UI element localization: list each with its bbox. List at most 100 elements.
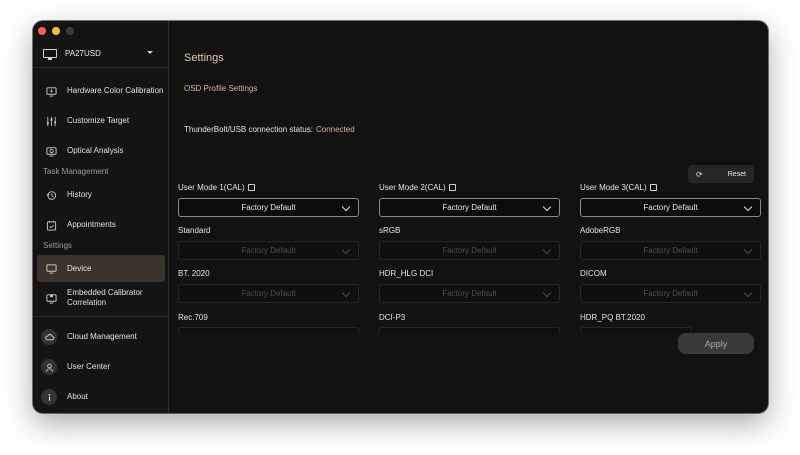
- sidebar-item-label: Appointments: [67, 220, 116, 229]
- sidebar-item-customize-target[interactable]: Customize Target: [37, 108, 165, 134]
- sidebar-item-label-line-2: Correlation: [67, 298, 107, 307]
- mode-select-value: Factory Default: [442, 246, 497, 255]
- sidebar-divider: [33, 67, 169, 68]
- mode-label: AdobeRGB: [580, 226, 621, 235]
- mode-select-value: Factory Default: [643, 246, 698, 255]
- calibration-icon: [45, 85, 57, 97]
- chevron-down-icon: [341, 288, 351, 298]
- sidebar-item-hardware-color-calibration[interactable]: Hardware Color Calibration: [37, 78, 165, 104]
- sidebar-item-label: User Center: [67, 362, 111, 371]
- sidebar-item-label: Cloud Management: [67, 332, 137, 341]
- mode-label-text: User Mode 3(CAL): [580, 183, 647, 192]
- sidebar-item-history[interactable]: History: [37, 182, 165, 208]
- mode-select[interactable]: Factory Default: [379, 198, 560, 217]
- sliders-icon: [45, 115, 57, 127]
- mode-select: Factory Default: [580, 284, 761, 303]
- main-panel: Settings OSD Profile Settings ThunderBol…: [170, 21, 768, 413]
- window-controls: [38, 27, 74, 35]
- chevron-down-icon: [542, 202, 552, 212]
- connection-status-label: ThunderBolt/USB connection status:: [184, 125, 313, 134]
- sidebar-item-device[interactable]: Device: [37, 255, 165, 282]
- mode-select: Factory Default: [379, 241, 560, 260]
- minimize-window-button[interactable]: [52, 27, 60, 35]
- chevron-down-icon: [147, 51, 153, 54]
- sidebar-item-cloud-management[interactable]: Cloud Management: [37, 324, 165, 350]
- sidebar-item-about[interactable]: About: [37, 384, 165, 410]
- edit-icon[interactable]: [247, 184, 255, 191]
- mode-label: HDR_PQ BT.2020: [580, 313, 645, 322]
- mode-label: User Mode 2(CAL): [379, 183, 456, 192]
- connection-status: ThunderBolt/USB connection status: Connec…: [184, 125, 355, 134]
- sidebar-item-label: Optical Analysis: [67, 146, 124, 155]
- mode-select[interactable]: Factory Default: [580, 198, 761, 217]
- mode-select: [178, 327, 359, 333]
- sidebar-item-appointments[interactable]: Appointments: [37, 212, 165, 238]
- edit-icon[interactable]: [448, 184, 456, 191]
- mode-label: HDR_HLG DCI: [379, 269, 434, 278]
- chevron-down-icon: [743, 288, 753, 298]
- info-icon: [41, 389, 57, 405]
- mode-label: User Mode 1(CAL): [178, 183, 255, 192]
- section-label-task-management: Task Management: [43, 167, 109, 176]
- device-name: PA27USD: [65, 48, 101, 58]
- mode-select-value: Factory Default: [643, 203, 698, 212]
- user-icon: [41, 359, 57, 375]
- close-window-button[interactable]: [38, 27, 46, 35]
- mode-select-value: Factory Default: [241, 246, 296, 255]
- page-title: Settings: [184, 52, 224, 64]
- mode-label: DCI-P3: [379, 313, 406, 322]
- calibrator-icon: [45, 292, 57, 304]
- chevron-down-icon: [341, 202, 351, 212]
- chevron-down-icon: [743, 202, 753, 212]
- section-title: OSD Profile Settings: [184, 84, 258, 93]
- mode-label: sRGB: [379, 226, 401, 235]
- sidebar-item-embedded-calibrator-correlation[interactable]: Embedded Calibrator Correlation: [37, 285, 165, 311]
- edit-icon[interactable]: [649, 184, 657, 191]
- mode-select: [379, 327, 560, 333]
- sidebar-item-label: Device: [67, 263, 92, 273]
- cloud-icon: [41, 329, 57, 345]
- connection-status-value: Connected: [315, 125, 355, 134]
- mode-select-value: Factory Default: [241, 289, 296, 298]
- zoom-window-button[interactable]: [66, 27, 74, 35]
- mode-select: Factory Default: [580, 241, 761, 260]
- mode-select: Factory Default: [178, 284, 359, 303]
- app-window: PA27USD Hardware Color Calibration Custo…: [33, 21, 768, 413]
- mode-label-text: User Mode 1(CAL): [178, 183, 245, 192]
- mode-select-value: Factory Default: [241, 203, 296, 212]
- sidebar-item-label: Hardware Color Calibration: [67, 86, 164, 95]
- mode-label: Rec.709: [178, 313, 208, 322]
- mode-label: User Mode 3(CAL): [580, 183, 657, 192]
- mode-select-value: Factory Default: [442, 203, 497, 212]
- mode-select-value: Factory Default: [643, 289, 698, 298]
- mode-select: Factory Default: [178, 241, 359, 260]
- sidebar-item-user-center[interactable]: User Center: [37, 354, 165, 380]
- section-label-settings: Settings: [43, 241, 72, 250]
- mode-label: BT. 2020: [178, 269, 210, 278]
- chevron-down-icon: [542, 245, 552, 255]
- mode-label-text: User Mode 2(CAL): [379, 183, 446, 192]
- sidebar-item-optical-analysis[interactable]: Optical Analysis: [37, 138, 165, 164]
- device-selector[interactable]: PA27USD: [37, 43, 163, 63]
- chevron-down-icon: [341, 245, 351, 255]
- mode-select-value: Factory Default: [442, 289, 497, 298]
- sidebar-item-label: Customize Target: [67, 116, 130, 125]
- mode-select: [580, 327, 692, 333]
- mode-select: Factory Default: [379, 284, 560, 303]
- reset-label: Reset: [727, 170, 746, 178]
- sidebar-item-label: About: [67, 392, 88, 401]
- sidebar-item-label: Embedded Calibrator Correlation: [67, 288, 143, 308]
- sidebar-item-label: History: [67, 190, 92, 199]
- sidebar-divider: [33, 316, 169, 317]
- reset-button[interactable]: ⟳ Reset: [688, 165, 754, 183]
- apply-button[interactable]: Apply: [678, 333, 754, 354]
- mode-label: DICOM: [580, 269, 607, 278]
- calendar-check-icon: [45, 219, 57, 231]
- mode-select[interactable]: Factory Default: [178, 198, 359, 217]
- sidebar-item-label-line-1: Embedded Calibrator: [67, 288, 143, 297]
- mode-label: Standard: [178, 226, 211, 235]
- chevron-down-icon: [743, 245, 753, 255]
- sidebar: PA27USD Hardware Color Calibration Custo…: [33, 21, 169, 413]
- analysis-icon: [45, 145, 57, 157]
- chevron-down-icon: [542, 288, 552, 298]
